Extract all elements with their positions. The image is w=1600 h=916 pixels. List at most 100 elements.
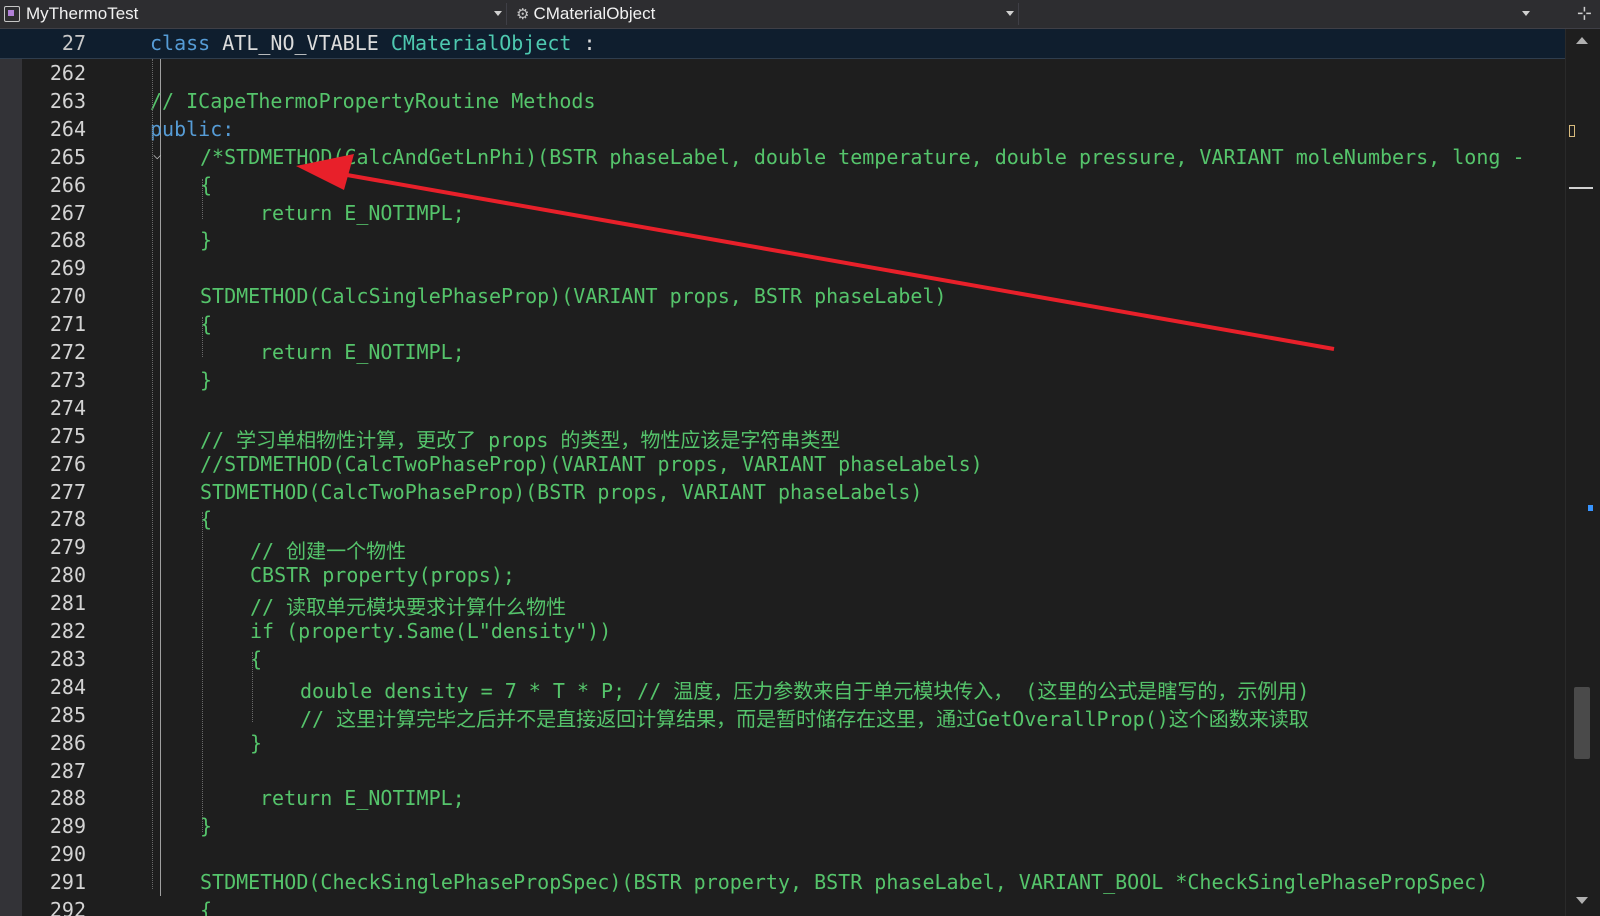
class-members-icon: ⚙ xyxy=(516,6,530,23)
chevron-down-icon xyxy=(1006,11,1014,16)
line-number: 264 xyxy=(49,116,86,141)
code-line[interactable]: 273} xyxy=(22,367,1566,394)
code-line[interactable]: 286} xyxy=(22,730,1566,757)
class-keyword: class xyxy=(150,31,211,55)
code-line[interactable]: 268} xyxy=(22,227,1566,254)
line-number: 288 xyxy=(49,786,86,811)
caret-position-marker xyxy=(1569,187,1593,189)
code-line[interactable]: 283{ xyxy=(22,646,1566,673)
bookmark-marker xyxy=(1569,125,1575,137)
scroll-up-arrow-icon[interactable] xyxy=(1576,37,1588,44)
line-number: 272 xyxy=(49,340,86,364)
code-line[interactable]: 272 return E_NOTIMPL; xyxy=(22,339,1566,366)
line-number: 285 xyxy=(49,702,86,727)
code-text: //STDMETHOD(CalcTwoPhaseProp)(VARIANT pr… xyxy=(200,451,983,476)
code-text: } xyxy=(200,367,213,392)
line-number: 262 xyxy=(49,61,86,85)
line-number: 291 xyxy=(49,870,86,895)
indent-guide xyxy=(202,512,203,832)
class-scope-name: CMaterialObject xyxy=(533,4,656,23)
divider xyxy=(506,3,507,25)
code-line[interactable]: 266{ xyxy=(22,172,1566,199)
line-number: 292 xyxy=(49,898,86,916)
code-line[interactable]: 277 STDMETHOD(CalcTwoPhaseProp)(BSTR prop… xyxy=(22,479,1566,506)
code-line[interactable]: 292 { xyxy=(22,897,1566,916)
indent-guide xyxy=(152,59,153,889)
chevron-down-icon xyxy=(1522,11,1530,16)
code-line[interactable]: 290 xyxy=(22,841,1566,868)
sticky-rest: : xyxy=(571,31,596,55)
code-text: STDMETHOD(CalcSinglePhaseProp)(VARIANT p… xyxy=(200,284,947,309)
line-number: 268 xyxy=(49,228,86,253)
code-line[interactable]: 270 STDMETHOD(CalcSinglePhaseProp)(VARIAN… xyxy=(22,283,1566,310)
code-text: // 读取单元模块要求计算什么物性 xyxy=(250,595,567,620)
class-scope-dropdown[interactable]: ⚙ CMaterialObject xyxy=(510,0,1019,28)
code-text: // ICapeThermoPropertyRoutine Methods xyxy=(150,88,596,113)
split-window-icon[interactable]: ⊹ xyxy=(1577,3,1592,24)
code-line[interactable]: 285 // 这里计算完毕之后并不是直接返回计算结果，而是暂时储存在这里，通过Ge… xyxy=(22,702,1566,731)
code-line[interactable]: 289} xyxy=(22,813,1566,840)
indent-guide xyxy=(202,317,203,357)
code-line[interactable]: 279 // 创建一个物性 xyxy=(22,534,1566,564)
code-line[interactable]: 280 CBSTR property(props); xyxy=(22,562,1566,589)
line-number: 266 xyxy=(49,172,86,197)
line-number: 280 xyxy=(49,563,86,588)
glyph-margin xyxy=(0,59,22,916)
line-number: 287 xyxy=(49,758,86,783)
code-line[interactable]: 271{ xyxy=(22,311,1566,338)
code-text: } xyxy=(250,730,263,755)
code-line[interactable]: 287 xyxy=(22,758,1566,785)
navigation-bar: MyThermoTest ⚙ CMaterialObject ⊹ xyxy=(0,0,1600,29)
code-line[interactable]: 291 STDMETHOD(CheckSinglePhasePropSpec)(B… xyxy=(22,869,1566,896)
code-text: /*STDMETHOD(CalcAndGetLnPhi)(BSTR phaseL… xyxy=(200,144,1525,169)
code-line[interactable]: 282 if (property.Same(L"density")) xyxy=(22,618,1566,645)
code-text: STDMETHOD(CalcTwoPhaseProp)(BSTR props, … xyxy=(200,479,923,504)
project-dropdown[interactable]: MyThermoTest xyxy=(0,0,507,28)
code-line[interactable]: 269 xyxy=(22,255,1566,282)
code-text: CBSTR property(props); xyxy=(250,563,515,588)
line-number: 263 xyxy=(49,88,86,113)
sticky-code: class ATL_NO_VTABLE CMaterialObject : xyxy=(150,31,596,55)
code-text: double density = 7 * T * P; // 温度，压力参数来自… xyxy=(300,678,1310,703)
code-line[interactable]: 267 return E_NOTIMPL; xyxy=(22,200,1566,227)
code-line[interactable]: 275 // 学习单相物性计算，更改了 props 的类型，物性应该是字符串类型 xyxy=(22,423,1566,452)
code-text: if (property.Same(L"density")) xyxy=(250,619,612,643)
code-text: { xyxy=(200,898,213,916)
line-number: 284 xyxy=(49,674,86,699)
line-number: 267 xyxy=(49,200,86,225)
code-text: // 创建一个物性 xyxy=(250,539,407,564)
line-number: 270 xyxy=(49,284,86,309)
line-number: 281 xyxy=(49,591,86,616)
code-line[interactable]: 265 /*STDMETHOD(CalcAndGetLnPhi)(BSTR pha… xyxy=(22,144,1566,171)
code-editor[interactable]: ⌵ 262 263// ICapeThermoPropertyRoutine Me… xyxy=(22,59,1566,916)
line-number: 271 xyxy=(49,312,86,337)
code-text: return E_NOTIMPL; xyxy=(260,340,465,364)
divider xyxy=(1018,3,1019,25)
vertical-scrollbar[interactable] xyxy=(1565,29,1600,916)
code-line[interactable]: 288 return E_NOTIMPL; xyxy=(22,785,1566,812)
code-line[interactable]: 278{ xyxy=(22,506,1566,533)
code-line[interactable]: 262 xyxy=(22,60,1566,87)
sticky-line-number: 27 xyxy=(61,31,86,55)
code-line[interactable]: 264 public: xyxy=(22,116,1566,143)
line-number: 289 xyxy=(49,814,86,839)
member-scope-dropdown[interactable] xyxy=(1022,0,1534,28)
code-line[interactable]: 284 double density = 7 * T * P; // 温度，压力参… xyxy=(22,674,1566,703)
code-line[interactable]: 263 // ICapeThermoPropertyRoutine Methods xyxy=(22,88,1566,115)
line-number: 286 xyxy=(49,730,86,755)
code-text: // 学习单相物性计算，更改了 props 的类型，物性应该是字符串类型 xyxy=(200,427,841,452)
line-number: 279 xyxy=(49,535,86,560)
scroll-thumb[interactable] xyxy=(1574,687,1590,759)
code-line[interactable]: 281 // 读取单元模块要求计算什么物性 xyxy=(22,590,1566,620)
change-marker xyxy=(1588,505,1593,511)
code-text: // 这里计算完毕之后并不是直接返回计算结果，而是暂时储存在这里，通过GetOv… xyxy=(300,706,1309,731)
line-number: 277 xyxy=(49,479,86,504)
code-line[interactable]: 274 xyxy=(22,395,1566,422)
sticky-scroll-header[interactable]: 27 class ATL_NO_VTABLE CMaterialObject : xyxy=(0,29,1566,59)
scroll-down-arrow-icon[interactable] xyxy=(1576,897,1588,904)
class-name: CMaterialObject xyxy=(390,31,572,55)
macro-name: ATL_NO_VTABLE xyxy=(222,31,379,55)
code-line[interactable]: 276 //STDMETHOD(CalcTwoPhaseProp)(VARIANT… xyxy=(22,451,1566,478)
line-number: 273 xyxy=(49,367,86,392)
code-text: return E_NOTIMPL; xyxy=(260,200,465,225)
